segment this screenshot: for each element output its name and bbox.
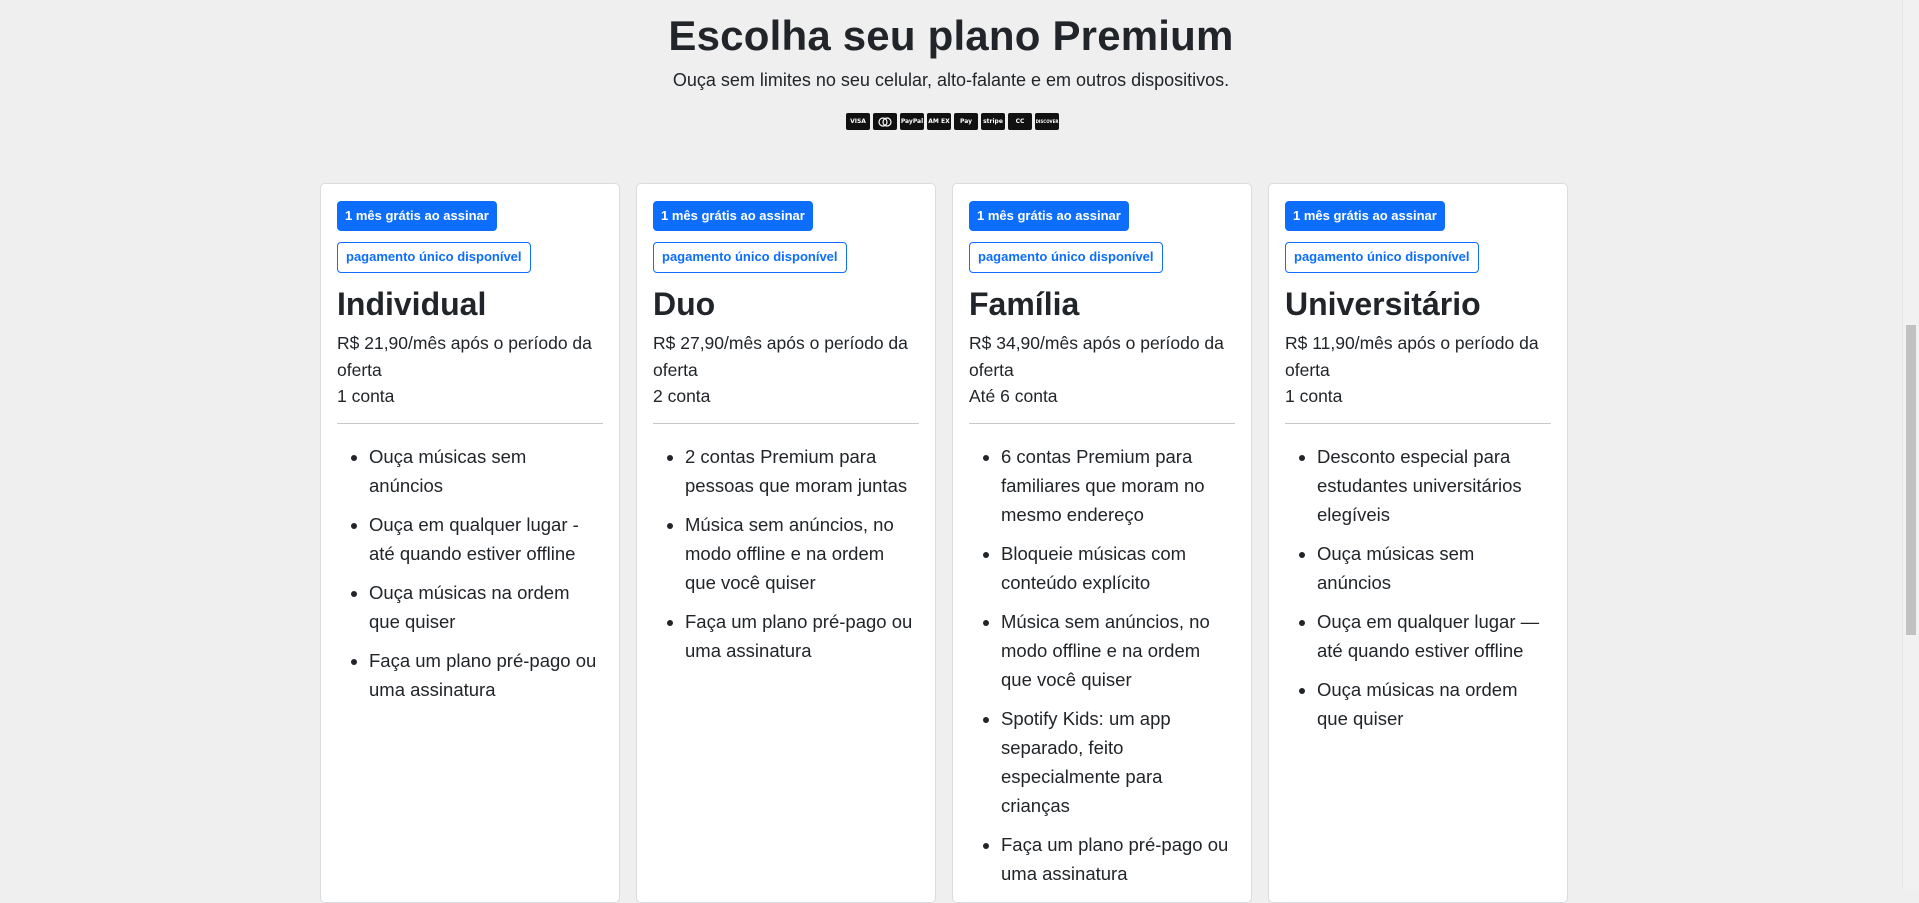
plan-price: R$ 34,90/mês após o período da oferta [969, 333, 1224, 380]
plan-accounts: Até 6 conta [969, 386, 1058, 406]
list-item: Ouça músicas sem anúncios [1317, 539, 1551, 597]
payment-methods: VISA PayPal AM EX Pay stripe CC DISCOVER [846, 113, 1059, 130]
plan-name: Universitário [1285, 286, 1481, 322]
divider [653, 422, 919, 424]
plan-card-universitario[interactable]: 1 mês grátis ao assinar pagamento único … [1268, 183, 1568, 903]
plan-card-familia[interactable]: 1 mês grátis ao assinar pagamento único … [952, 183, 1252, 903]
payment-badge: pagamento único disponível [337, 242, 531, 273]
trial-badge: 1 mês grátis ao assinar [337, 201, 497, 231]
list-item: Bloqueie músicas com conteúdo explícito [1001, 539, 1235, 597]
payment-badge: pagamento único disponível [1285, 242, 1479, 273]
plan-accounts: 2 conta [653, 386, 711, 406]
discover-icon: DISCOVER [1035, 113, 1059, 130]
visa-icon: VISA [846, 113, 870, 130]
divider [969, 422, 1235, 424]
payment-badge: pagamento único disponível [969, 242, 1163, 273]
list-item: Spotify Kids: um app separado, feito esp… [1001, 704, 1235, 820]
plan-accounts: 1 conta [337, 386, 395, 406]
divider [337, 422, 603, 424]
list-item: Ouça em qualquer lugar — até quando esti… [1317, 607, 1551, 665]
trial-badge: 1 mês grátis ao assinar [969, 201, 1129, 231]
amex-icon: AM EX [927, 113, 951, 130]
list-item: 6 contas Premium para familiares que mor… [1001, 442, 1235, 529]
payment-badge: pagamento único disponível [653, 242, 847, 273]
page-title: Escolha seu plano Premium [668, 12, 1234, 59]
list-item: Ouça músicas na ordem que quiser [369, 578, 603, 636]
list-item: Faça um plano pré-pago ou uma assinatura [369, 646, 603, 704]
stripe-icon: stripe [981, 113, 1005, 130]
plan-name: Família [969, 286, 1080, 322]
page-subtitle: Ouça sem limites no seu celular, alto-fa… [672, 70, 1230, 90]
plan-card-individual[interactable]: 1 mês grátis ao assinar pagamento único … [320, 183, 620, 903]
plan-name: Individual [337, 286, 487, 322]
plan-price: R$ 21,90/mês após o período da oferta [337, 333, 592, 380]
trial-badge: 1 mês grátis ao assinar [653, 201, 813, 231]
list-item: Faça um plano pré-pago ou uma assinatura [685, 607, 919, 665]
list-item: Ouça músicas sem anúncios [369, 442, 603, 500]
apple-pay-icon: Pay [954, 113, 978, 130]
mastercard-icon [873, 113, 897, 130]
list-item: Ouça músicas na ordem que quiser [1317, 675, 1551, 733]
list-item: Música sem anúncios, no modo offline e n… [685, 510, 919, 597]
list-item: Faça um plano pré-pago ou uma assinatura [1001, 830, 1235, 888]
list-item: 2 contas Premium para pessoas que moram … [685, 442, 919, 500]
divider [1285, 422, 1551, 424]
feature-list: 6 contas Premium para familiares que mor… [969, 442, 1235, 888]
scrollbar-thumb[interactable] [1906, 325, 1916, 635]
page: Escolha seu plano Premium Ouça sem limit… [0, 0, 1902, 903]
plan-price: R$ 27,90/mês após o período da oferta [653, 333, 908, 380]
plan-accounts: 1 conta [1285, 386, 1343, 406]
plan-name: Duo [653, 286, 716, 322]
paypal-icon: PayPal [900, 113, 924, 130]
feature-list: 2 contas Premium para pessoas que moram … [653, 442, 919, 665]
cc-icon: CC [1008, 113, 1032, 130]
feature-list: Ouça músicas sem anúncios Ouça em qualqu… [337, 442, 603, 704]
list-item: Desconto especial para estudantes univer… [1317, 442, 1551, 529]
list-item: Música sem anúncios, no modo offline e n… [1001, 607, 1235, 694]
plan-cards: 1 mês grátis ao assinar pagamento único … [320, 183, 1568, 903]
scrollbar[interactable] [1902, 0, 1919, 889]
plan-price: R$ 11,90/mês após o período da oferta [1285, 333, 1539, 380]
trial-badge: 1 mês grátis ao assinar [1285, 201, 1445, 231]
list-item: Ouça em qualquer lugar - até quando esti… [369, 510, 603, 568]
plan-card-duo[interactable]: 1 mês grátis ao assinar pagamento único … [636, 183, 936, 903]
feature-list: Desconto especial para estudantes univer… [1285, 442, 1551, 733]
